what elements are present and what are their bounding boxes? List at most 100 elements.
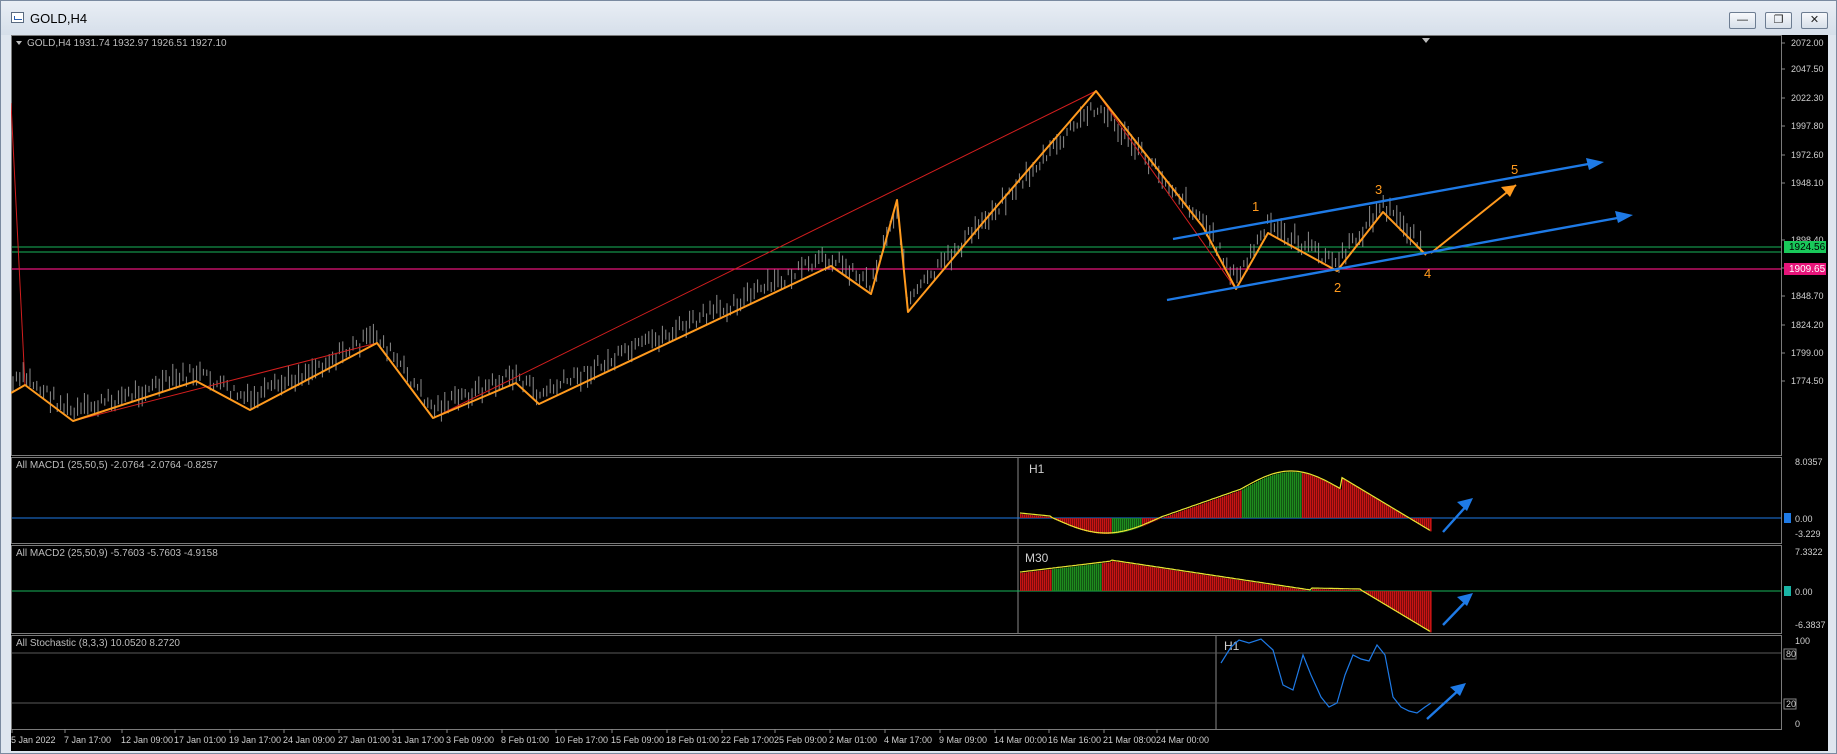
stoch-scale-80: 80 xyxy=(1786,649,1796,659)
histogram-bar xyxy=(1248,486,1250,518)
histogram-bar xyxy=(1202,503,1204,518)
chart-area[interactable]: GOLD,H4 1931.74 1932.97 1926.51 1927.10 … xyxy=(11,35,1828,751)
histogram-bar xyxy=(1392,591,1394,610)
histogram-bar xyxy=(1428,518,1430,531)
restore-button[interactable]: ❐ xyxy=(1765,12,1792,29)
channel-lower-line[interactable] xyxy=(1166,215,1624,302)
histogram-bar xyxy=(1226,578,1228,592)
histogram-bar xyxy=(1396,591,1398,612)
main-chart-header: GOLD,H4 1931.74 1932.97 1926.51 1927.10 xyxy=(27,38,227,49)
stoch-scale-20: 20 xyxy=(1786,699,1796,709)
histogram-bar xyxy=(1236,491,1238,519)
histogram-bar xyxy=(1290,472,1292,518)
time-label: 19 Jan 17:00 xyxy=(229,735,281,745)
histogram-bar xyxy=(1356,487,1358,518)
histogram-bar xyxy=(1354,589,1356,591)
collapse-arrow-icon[interactable] xyxy=(16,41,22,45)
histogram-bar xyxy=(1176,570,1178,592)
histogram-bar xyxy=(1274,585,1276,592)
histogram-bar xyxy=(1296,472,1298,518)
stoch-scale-100: 100 xyxy=(1795,636,1810,646)
time-label: 9 Mar 09:00 xyxy=(939,735,987,745)
time-label: 14 Mar 00:00 xyxy=(994,735,1047,745)
histogram-bar xyxy=(1044,570,1046,591)
histogram-bar xyxy=(1306,474,1308,518)
histogram-bar xyxy=(1080,565,1082,591)
histogram-bar xyxy=(1074,566,1076,591)
histogram-bar xyxy=(1182,571,1184,591)
histogram-bar xyxy=(1402,591,1404,616)
wave-projection-arrow xyxy=(1430,184,1517,254)
histogram-bar xyxy=(1106,562,1108,591)
histogram-bar xyxy=(1028,572,1030,591)
histogram-bar xyxy=(1224,578,1226,592)
histogram-bar xyxy=(1302,473,1304,518)
histogram-bar xyxy=(1324,589,1326,591)
main-price-panel xyxy=(11,35,1782,456)
histogram-bar xyxy=(1126,563,1128,592)
histogram-bar xyxy=(1258,480,1260,518)
histogram-bar xyxy=(1386,591,1388,606)
histogram-bar xyxy=(1404,591,1406,617)
histogram-bar xyxy=(1262,583,1264,591)
histogram-bar xyxy=(1026,572,1028,591)
histogram-bar xyxy=(1292,472,1294,518)
histogram-bar xyxy=(1124,563,1126,592)
histogram-bar xyxy=(1424,591,1426,629)
histogram-bar xyxy=(1192,573,1194,591)
close-button[interactable]: ✕ xyxy=(1801,12,1828,29)
histogram-bar xyxy=(1266,584,1268,592)
histogram-bar xyxy=(1174,570,1176,592)
histogram-bar xyxy=(1166,516,1168,519)
histogram-bar xyxy=(1272,585,1274,591)
histogram-bar xyxy=(1136,564,1138,592)
histogram-bar xyxy=(1180,511,1182,518)
histogram-bar xyxy=(1122,562,1124,591)
time-label: 27 Jan 01:00 xyxy=(338,735,390,745)
histogram-bar xyxy=(1128,563,1130,591)
histogram-bar xyxy=(1102,518,1104,534)
time-label: 17 Jan 01:00 xyxy=(174,735,226,745)
histogram-bar xyxy=(1332,485,1334,518)
macd2-header: All MACD2 (25,50,9) -5.7603 -5.7603 -4.9… xyxy=(16,548,218,559)
histogram-bar xyxy=(1092,564,1094,591)
histogram-bar xyxy=(1062,568,1064,591)
shift-marker-icon[interactable] xyxy=(1422,38,1430,43)
histogram-bar xyxy=(1288,587,1290,591)
histogram-bar xyxy=(1212,500,1214,518)
histogram-bar xyxy=(1306,590,1308,592)
histogram-bar xyxy=(1332,589,1334,591)
minimize-button[interactable]: — xyxy=(1729,12,1756,29)
histogram-bar xyxy=(1228,494,1230,518)
histogram-bar xyxy=(1158,568,1160,591)
histogram-bar xyxy=(1234,579,1236,592)
histogram-bar xyxy=(1406,591,1408,618)
histogram-bar xyxy=(1378,500,1380,518)
histogram-bar xyxy=(1414,591,1416,623)
histogram-bar xyxy=(1266,477,1268,518)
histogram-bar xyxy=(1028,514,1030,518)
title-bar[interactable]: GOLD,H4 — ❐ ✕ xyxy=(1,1,1836,35)
histogram-bar xyxy=(1334,589,1336,591)
channel-upper-line[interactable] xyxy=(1172,161,1595,241)
histogram-bar xyxy=(1326,589,1328,591)
histogram-bar xyxy=(1100,563,1102,591)
histogram-bar xyxy=(1204,575,1206,592)
histogram-bar xyxy=(1098,518,1100,534)
price-label: 1972.60 xyxy=(1791,150,1824,160)
time-label: 18 Feb 01:00 xyxy=(666,735,719,745)
histogram-bar xyxy=(1372,496,1374,518)
histogram-bar xyxy=(1054,568,1056,591)
histogram-bar xyxy=(1160,568,1162,591)
histogram-bar xyxy=(1408,591,1410,620)
histogram-bar xyxy=(1328,482,1330,518)
chart-window-icon xyxy=(11,12,24,23)
histogram-bar xyxy=(1368,494,1370,518)
histogram-bar xyxy=(1064,567,1066,591)
histogram-bar xyxy=(1410,591,1412,621)
histogram-bar xyxy=(1334,486,1336,518)
histogram-bar xyxy=(1270,584,1272,592)
histogram-bar xyxy=(1244,488,1246,518)
histogram-bar xyxy=(1152,567,1154,591)
histogram-bar xyxy=(1210,575,1212,592)
